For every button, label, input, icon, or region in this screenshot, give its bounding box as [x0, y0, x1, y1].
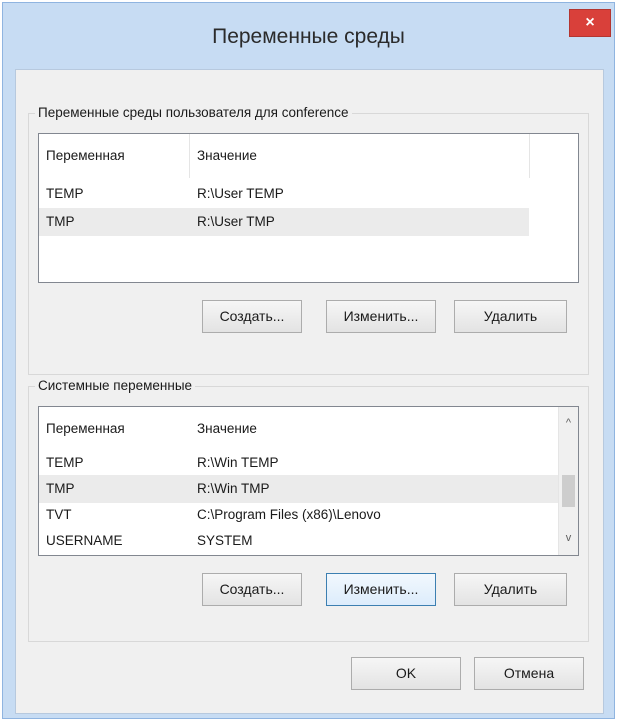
scroll-up-icon[interactable]: ^: [559, 413, 578, 433]
system-variables-list[interactable]: Переменная Значение TEMP R:\Win TEMP TMP…: [38, 406, 579, 556]
column-header-value[interactable]: Значение: [190, 134, 530, 178]
variable-name: USERNAME: [46, 533, 123, 548]
variable-value: R:\Win TEMP: [197, 455, 279, 470]
variable-name: TMP: [46, 481, 75, 496]
user-create-button[interactable]: Создать...: [202, 300, 302, 333]
system-edit-button[interactable]: Изменить...: [326, 573, 436, 606]
system-variables-group: Системные переменные Переменная Значение…: [28, 378, 589, 642]
variable-value: C:\Program Files (x86)\Lenovo: [197, 507, 381, 522]
system-create-button[interactable]: Создать...: [202, 573, 302, 606]
variable-name: TMP: [46, 214, 75, 229]
environment-variables-window: Переменные среды × Переменные среды поль…: [2, 2, 615, 719]
system-delete-button[interactable]: Удалить: [454, 573, 567, 606]
list-item[interactable]: TVT C:\Program Files (x86)\Lenovo: [39, 501, 559, 529]
user-variables-label: Переменные среды пользователя для confer…: [35, 105, 352, 120]
variable-name: TEMP: [46, 186, 84, 201]
close-icon: ×: [585, 14, 595, 31]
scrollbar-thumb[interactable]: [562, 475, 575, 507]
variable-name: TVT: [46, 507, 72, 522]
cancel-button[interactable]: Отмена: [474, 657, 584, 690]
user-edit-button[interactable]: Изменить...: [326, 300, 436, 333]
list-header: Переменная Значение: [39, 134, 578, 178]
user-variables-group: Переменные среды пользователя для confer…: [28, 105, 589, 375]
system-variables-label: Системные переменные: [35, 378, 196, 393]
list-item[interactable]: USERNAME SYSTEM: [39, 527, 559, 555]
title-bar[interactable]: Переменные среды ×: [3, 3, 614, 69]
variable-value: R:\User TEMP: [197, 186, 284, 201]
window-title: Переменные среды: [212, 25, 405, 48]
user-variables-list[interactable]: Переменная Значение TEMP R:\User TEMP TM…: [38, 133, 579, 283]
close-button[interactable]: ×: [569, 9, 611, 37]
column-header-value[interactable]: Значение: [190, 407, 530, 451]
ok-button[interactable]: OK: [351, 657, 461, 690]
variable-name: TEMP: [46, 455, 84, 470]
dialog-body: Переменные среды пользователя для confer…: [15, 69, 604, 714]
variable-value: SYSTEM: [197, 533, 253, 548]
list-item-selected[interactable]: TMP R:\User TMP: [39, 208, 529, 236]
scroll-down-icon[interactable]: v: [559, 528, 578, 548]
column-header-variable[interactable]: Переменная: [39, 407, 190, 451]
list-item[interactable]: TEMP R:\User TEMP: [39, 180, 529, 208]
variable-value: R:\User TMP: [197, 214, 275, 229]
list-item-selected[interactable]: TMP R:\Win TMP: [39, 475, 559, 503]
user-delete-button[interactable]: Удалить: [454, 300, 567, 333]
variable-value: R:\Win TMP: [197, 481, 270, 496]
list-item[interactable]: TEMP R:\Win TEMP: [39, 449, 559, 477]
list-header: Переменная Значение: [39, 407, 578, 451]
column-header-variable[interactable]: Переменная: [39, 134, 190, 178]
vertical-scrollbar[interactable]: ^ v: [558, 407, 578, 555]
